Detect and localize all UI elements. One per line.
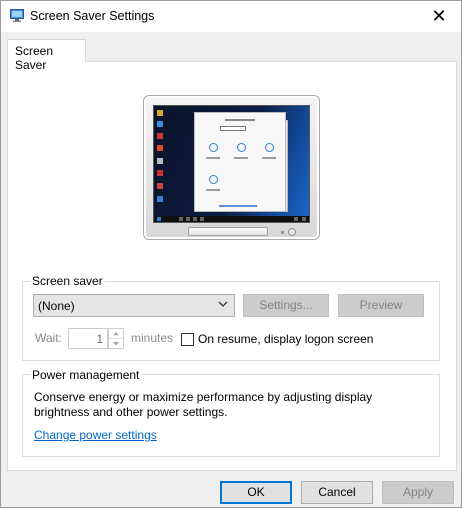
spin-down-icon[interactable]: [109, 339, 123, 349]
monitor-base: [188, 227, 268, 236]
ok-button[interactable]: OK: [220, 481, 292, 504]
display-icon: [209, 143, 218, 152]
resume-logon-label[interactable]: On resume, display logon screen: [198, 332, 373, 346]
settings-search-box: [220, 126, 246, 131]
screen-saver-settings-window: Screen Saver Settings ✕ Screen Saver Scr…: [0, 0, 462, 508]
sync-icon: [265, 143, 274, 152]
taskbar-icon: [200, 217, 204, 221]
resume-logon-checkbox[interactable]: [181, 333, 194, 346]
close-icon: ✕: [431, 6, 447, 26]
desktop-icon: [157, 196, 163, 202]
preview-button[interactable]: Preview: [338, 294, 424, 317]
change-power-settings-link[interactable]: Change power settings: [34, 428, 157, 442]
selected-screen-saver: (None): [38, 299, 75, 313]
taskbar-icon: [193, 217, 197, 221]
power-management-description: Conserve energy or maximize performance …: [34, 390, 373, 419]
desktop-icon: [157, 133, 163, 139]
display-settings-icon: [10, 9, 24, 22]
desktop-icon: [157, 110, 163, 116]
cancel-button[interactable]: Cancel: [301, 481, 373, 504]
preview-screen: [153, 105, 310, 223]
power-indicator-dot: [281, 231, 284, 234]
window-title: Screen Saver Settings: [30, 9, 155, 23]
settings-label-line: [206, 157, 220, 159]
search-icon: [209, 175, 218, 184]
desktop-icon: [157, 121, 163, 127]
apply-button[interactable]: Apply: [382, 481, 454, 504]
monitor-preview: [143, 95, 320, 240]
screen-saver-group-label: Screen saver: [30, 274, 105, 288]
spin-up-icon[interactable]: [109, 329, 123, 339]
taskbar-icon: [302, 217, 306, 221]
settings-button[interactable]: Settings...: [243, 294, 329, 317]
tab-screen-saver[interactable]: Screen Saver: [7, 39, 86, 72]
wait-minutes-spinner[interactable]: [108, 328, 124, 349]
taskbar: [154, 216, 309, 222]
taskbar-icon: [157, 217, 161, 221]
taskbar-icon: [294, 217, 298, 221]
power-button-icon: [288, 228, 296, 236]
wait-minutes-input[interactable]: 1: [68, 328, 108, 349]
close-button[interactable]: ✕: [417, 1, 461, 32]
settings-label-line: [262, 157, 276, 159]
settings-label-line: [234, 157, 248, 159]
taskbar-icon: [186, 217, 190, 221]
settings-link-line: [219, 205, 257, 207]
taskbar-icon: [179, 217, 183, 221]
desktop-icon: [157, 170, 163, 176]
minutes-label: minutes: [131, 331, 174, 345]
settings-label-line: [206, 189, 220, 191]
settings-title-line: [225, 119, 255, 121]
desktop-icon: [157, 183, 163, 189]
chevron-down-icon: [218, 301, 228, 307]
wait-label: Wait:: [35, 331, 62, 345]
settings-window-thumbnail: [194, 112, 286, 212]
screen-saver-dropdown[interactable]: (None): [33, 294, 235, 317]
screen-saver-group: [22, 281, 440, 361]
title-bar[interactable]: Screen Saver Settings ✕: [1, 1, 461, 32]
lock-icon: [237, 143, 246, 152]
desktop-icon: [157, 145, 163, 151]
desktop-icon: [157, 158, 163, 164]
power-management-group-label: Power management: [30, 368, 142, 382]
